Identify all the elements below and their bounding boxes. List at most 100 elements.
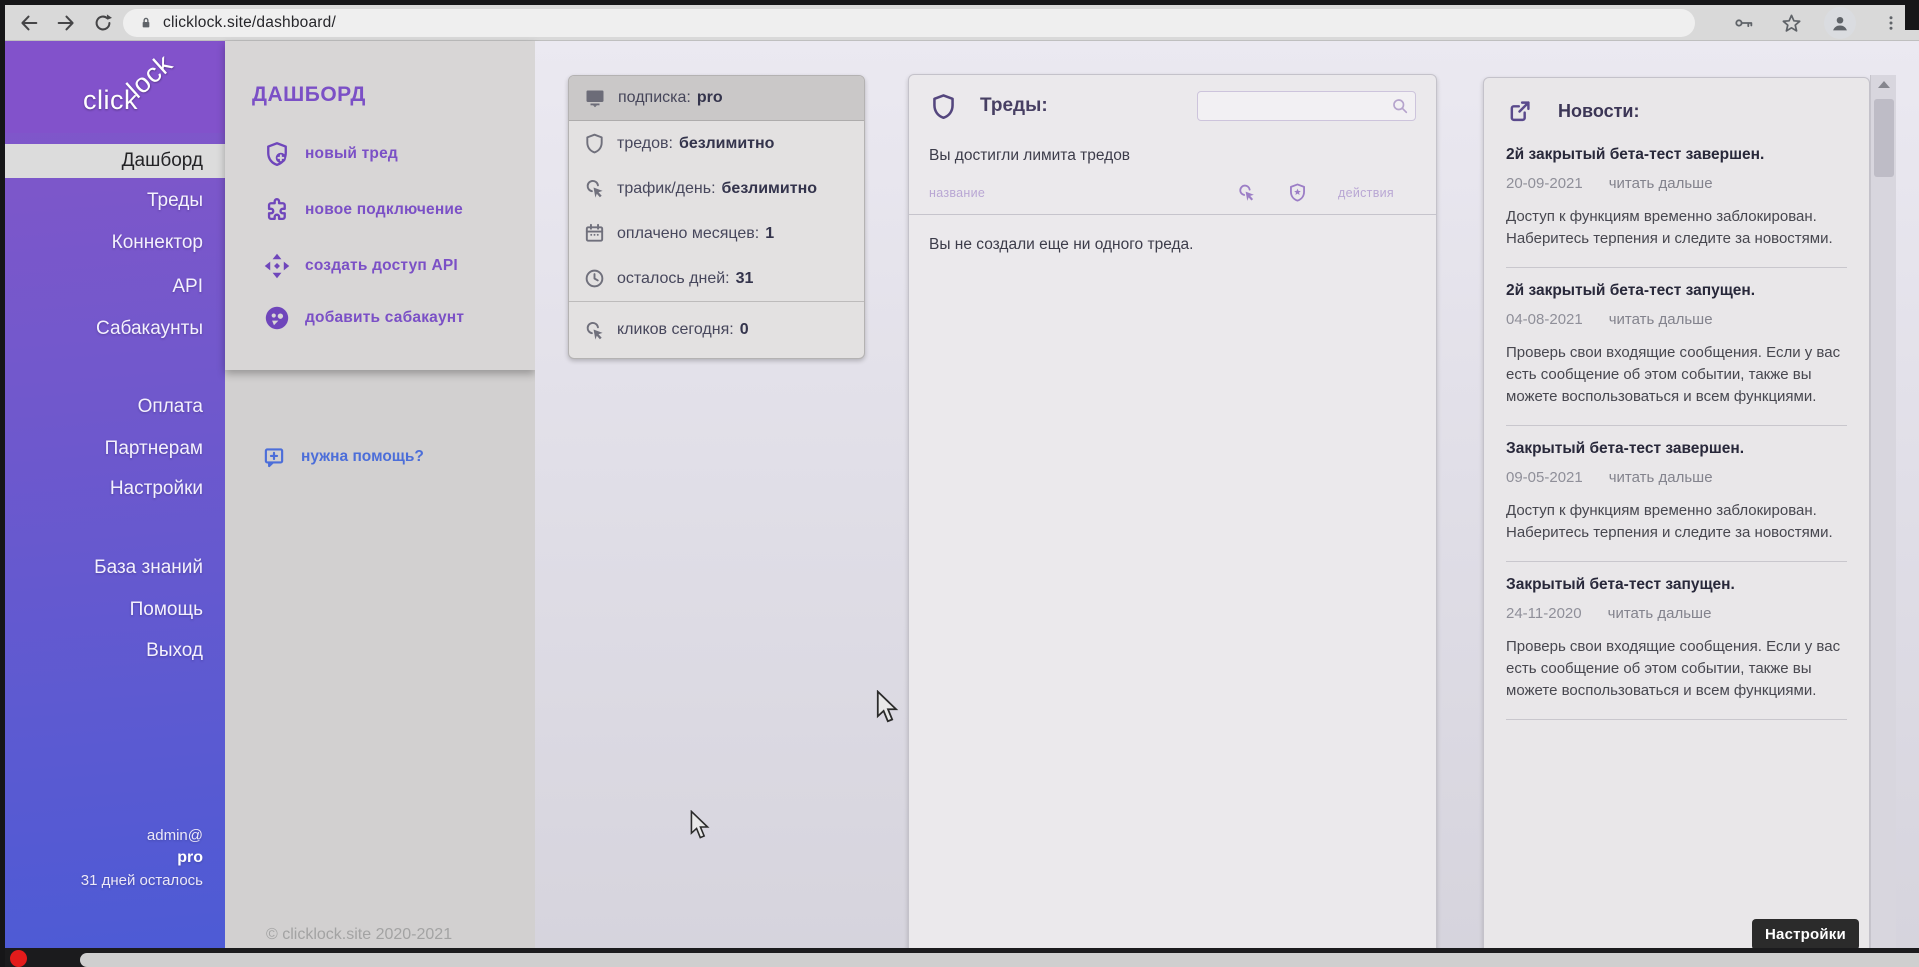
sidebar-item-api[interactable]: API (5, 275, 225, 299)
click-icon (583, 319, 606, 342)
page-scrollbar[interactable] (1870, 75, 1896, 967)
bookmark-icon (1780, 12, 1803, 35)
app-window: clicklock.site/dashboard/ click lock Даш… (0, 0, 1919, 967)
column-actions-label: действия (1338, 186, 1394, 200)
sidebar-item-subaccounts[interactable]: Сабакаунты (5, 317, 225, 341)
news-item-body: Проверь свои входящие сообщения. Если у … (1506, 636, 1847, 702)
stat-row-traffic: трафик/день: безлимитно (569, 166, 864, 211)
news-title: Новости: (1558, 101, 1639, 122)
scrollbar-thumb[interactable] (1874, 99, 1894, 177)
threads-empty-message: Вы не создали еще ни одного треда. (929, 236, 1416, 254)
news-item-body: Доступ к функциям временно заблокирован.… (1506, 500, 1847, 544)
stat-row-months-paid: оплачено месяцев: 1 (569, 211, 864, 256)
logo[interactable]: click lock (5, 41, 225, 133)
browser-toolbar: clicklock.site/dashboard/ (0, 5, 1919, 41)
profile-icon (1829, 12, 1851, 34)
news-item-body: Проверь свои входящие сообщения. Если у … (1506, 342, 1847, 408)
sidebar-item-knowledge-base[interactable]: База знаний (5, 556, 225, 580)
news-item-title: 2й закрытый бета-тест запущен. (1506, 282, 1847, 300)
sidebar-item-help[interactable]: Помощь (5, 598, 225, 622)
chat-plus-icon (261, 444, 287, 470)
browser-refresh-button[interactable] (90, 10, 116, 36)
news-item-title: 2й закрытый бета-тест завершен. (1506, 146, 1847, 164)
scroll-up-arrow[interactable] (1871, 75, 1897, 93)
news-item-date: 09-05-2021 (1506, 469, 1583, 486)
sidebar: click lock Дашборд Треды Коннектор API С… (5, 41, 225, 950)
threads-header: Треды: (929, 89, 1416, 123)
news-item-date: 04-08-2021 (1506, 311, 1583, 328)
sidebar-item-payment[interactable]: Оплата (5, 395, 225, 419)
search-input[interactable] (1197, 91, 1416, 121)
url-text: clicklock.site/dashboard/ (163, 14, 336, 32)
clock-icon (583, 267, 606, 290)
key-icon (1733, 12, 1755, 34)
new-connection-button[interactable]: новое подключение (263, 194, 463, 226)
sidebar-item-logout[interactable]: Выход (5, 639, 225, 663)
browser-profile-button[interactable] (1824, 7, 1856, 39)
back-icon (18, 12, 40, 34)
news-item-body: Доступ к функциям временно заблокирован.… (1506, 206, 1847, 250)
video-progress-knob[interactable] (10, 950, 27, 967)
add-user-icon (263, 304, 291, 332)
dashboard-menu-panel: ДАШБОРД новый тред новое подключение соз… (225, 41, 535, 950)
lock-icon (138, 15, 154, 31)
read-more-link[interactable]: читать дальше (1609, 175, 1713, 192)
action-label: добавить сабакаунт (305, 309, 464, 327)
video-progress-bar[interactable] (80, 953, 1919, 967)
news-item-date: 20-09-2021 (1506, 175, 1583, 192)
account-days-left: 31 дней осталось (81, 872, 203, 889)
add-subaccount-button[interactable]: добавить сабакаунт (263, 302, 464, 334)
sidebar-item-dashboard[interactable]: Дашборд (5, 144, 225, 178)
sidebar-item-settings[interactable]: Настройки (5, 477, 225, 501)
shield-star-icon (1287, 182, 1308, 203)
settings-tooltip: Настройки (1752, 919, 1859, 950)
sidebar-item-partners[interactable]: Партнерам (5, 437, 225, 461)
read-more-link[interactable]: читать дальше (1609, 469, 1713, 486)
sidebar-item-connector[interactable]: Коннектор (5, 231, 225, 255)
news-item: 2й закрытый бета-тест завершен. 20-09-20… (1506, 132, 1847, 268)
window-corner (1905, 0, 1919, 30)
threads-limit-message: Вы достигли лимита тредов (929, 147, 1416, 165)
browser-menu-button[interactable] (1878, 10, 1904, 36)
threads-column-header: название действия (909, 182, 1436, 215)
news-header: Новости: (1506, 92, 1847, 130)
search-icon (1390, 96, 1410, 116)
create-api-access-button[interactable]: создать доступ API (263, 250, 458, 282)
shield-icon (583, 132, 606, 155)
action-label: новый тред (305, 145, 398, 163)
help-link[interactable]: нужна помощь? (261, 443, 424, 471)
puzzle-icon (263, 196, 291, 224)
browser-back-button[interactable] (16, 10, 42, 36)
password-manager-button[interactable] (1731, 10, 1757, 36)
page-title: ДАШБОРД (252, 83, 366, 107)
monitor-icon (583, 86, 607, 110)
subscription-value: pro (697, 89, 723, 107)
new-thread-button[interactable]: новый тред (263, 138, 398, 170)
stat-row-threads: тредов: безлимитно (569, 121, 864, 166)
browser-forward-button[interactable] (53, 10, 79, 36)
refresh-icon (92, 12, 114, 34)
action-label: создать доступ API (305, 257, 458, 275)
subscription-header: подписка: pro (569, 76, 864, 121)
sidebar-item-threads[interactable]: Треды (5, 189, 225, 213)
click-icon (583, 177, 606, 200)
bookmark-button[interactable] (1778, 10, 1804, 36)
news-item-title: Закрытый бета-тест запущен. (1506, 576, 1847, 594)
browser-menu-icon (1882, 13, 1900, 33)
threads-search (1197, 91, 1416, 121)
news-item: Закрытый бета-тест запущен. 24-11-2020 ч… (1506, 562, 1847, 720)
read-more-link[interactable]: читать дальше (1608, 605, 1712, 622)
subscription-label: подписка: (618, 89, 691, 107)
external-link-icon (1506, 97, 1534, 125)
copyright: © clicklock.site 2020-2021 (266, 926, 452, 944)
account-plan-badge: pro (177, 849, 203, 867)
column-name-label: название (929, 186, 985, 200)
news-item-title: Закрытый бета-тест завершен. (1506, 440, 1847, 458)
expand-arrows-icon (263, 252, 291, 280)
url-bar[interactable]: clicklock.site/dashboard/ (123, 9, 1695, 37)
main-content: подписка: pro тредов: безлимитно трафик/… (535, 41, 1919, 950)
stat-row-days-left: осталось дней: 31 (569, 256, 864, 301)
read-more-link[interactable]: читать дальше (1609, 311, 1713, 328)
forward-icon (55, 12, 77, 34)
shield-icon (929, 92, 958, 121)
